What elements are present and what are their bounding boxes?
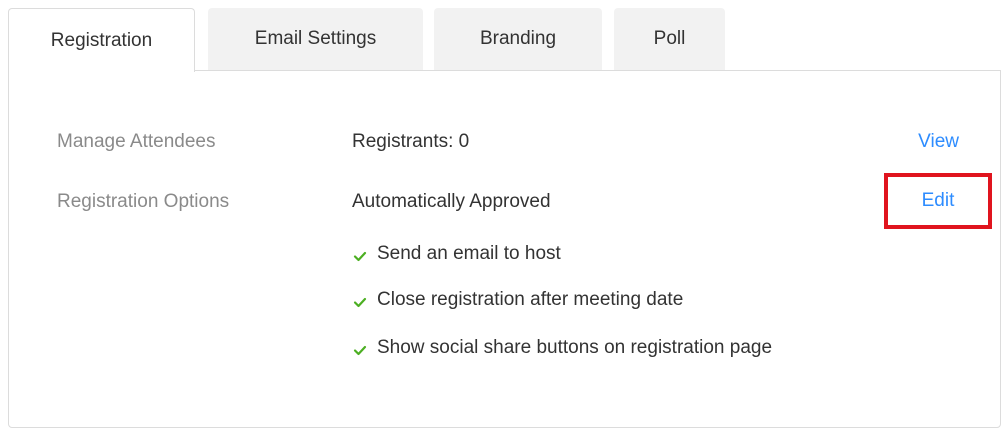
tab-poll[interactable]: Poll (614, 8, 725, 70)
registration-settings-panel: Registration Email Settings Branding Pol… (0, 0, 1003, 430)
tab-content-panel (8, 70, 1001, 428)
tab-branding-label: Branding (479, 28, 557, 49)
tab-email-settings[interactable]: Email Settings (208, 8, 423, 70)
tab-branding[interactable]: Branding (434, 8, 602, 70)
tab-email-settings-label: Email Settings (254, 28, 377, 49)
tab-poll-label: Poll (653, 28, 686, 49)
tab-registration[interactable]: Registration (8, 8, 195, 72)
tab-registration-label: Registration (50, 29, 153, 51)
